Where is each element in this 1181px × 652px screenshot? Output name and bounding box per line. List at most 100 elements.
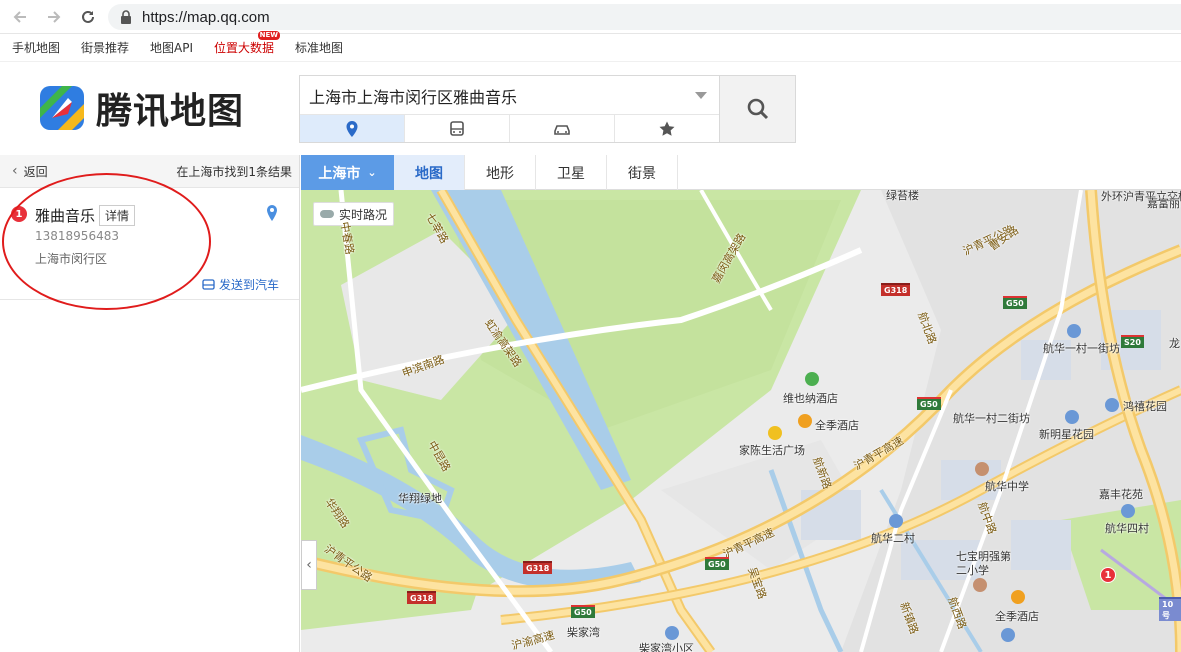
- residential-icon[interactable]: [665, 626, 679, 640]
- search-box: [299, 75, 720, 143]
- highway-shield: G50: [705, 557, 729, 570]
- highway-shield: G318: [523, 561, 553, 574]
- map-label: 维也纳酒店: [783, 392, 838, 405]
- bookmark-location-bigdata[interactable]: 位置大数据 NEW: [214, 31, 281, 56]
- location-icon: [346, 120, 358, 137]
- map-label: 全季酒店: [995, 610, 1039, 623]
- poi-shopping-icon[interactable]: [805, 372, 819, 386]
- result-index-badge: 1: [11, 206, 27, 222]
- city-label: 上海市: [318, 165, 361, 182]
- map-label: 七宝明强第二小学: [956, 550, 1011, 577]
- result-phone: 13818956483: [35, 229, 119, 243]
- highway-shield: G50: [1003, 296, 1027, 309]
- tab-map[interactable]: 地图: [394, 155, 465, 190]
- site-header: 腾讯地图: [0, 62, 1181, 155]
- highway-shield: S20: [1121, 335, 1144, 348]
- logo-text: 腾讯地图: [96, 91, 245, 132]
- search-input[interactable]: [300, 76, 719, 115]
- reload-icon[interactable]: [74, 3, 102, 31]
- hotel-icon[interactable]: [798, 414, 812, 428]
- back-arrow-icon[interactable]: [6, 3, 34, 31]
- tab-favorites[interactable]: [615, 115, 719, 142]
- residential-icon[interactable]: [1105, 398, 1119, 412]
- map-label: 柴家湾: [567, 626, 600, 639]
- map-label: 龙: [1169, 337, 1180, 350]
- map-base-layer: [301, 190, 1181, 652]
- tab-bus[interactable]: [405, 115, 510, 142]
- result-marker[interactable]: 1: [1100, 567, 1116, 583]
- car-icon: [554, 124, 570, 135]
- tab-location[interactable]: [300, 115, 405, 142]
- back-button[interactable]: ‹ 返回: [12, 163, 48, 180]
- map-label: 家陈生活广场: [739, 444, 805, 457]
- traffic-toggle[interactable]: 实时路况: [313, 202, 395, 226]
- map-label: 新明星花园: [1039, 428, 1094, 441]
- result-panel-header: ‹ 返回 在上海市找到1条结果: [0, 155, 299, 188]
- city-selector[interactable]: 上海市 ⌄: [301, 155, 394, 190]
- map-pin-icon[interactable]: [265, 204, 279, 222]
- map-label: 鸿禧花园: [1123, 400, 1167, 413]
- bus-icon: [450, 120, 464, 136]
- tab-car[interactable]: [510, 115, 615, 142]
- bookmark-standard-map[interactable]: 标准地图: [295, 39, 343, 56]
- residential-icon[interactable]: [889, 514, 903, 528]
- back-label: 返回: [23, 164, 48, 179]
- chevron-down-icon: ⌄: [367, 166, 377, 179]
- logo[interactable]: 腾讯地图: [38, 82, 244, 134]
- list-item[interactable]: 1 雅曲音乐 详情 13818956483 上海市闵行区 发送到汽车: [0, 188, 299, 300]
- bookmark-location-bigdata-label: 位置大数据: [214, 41, 275, 55]
- school-icon[interactable]: [973, 578, 987, 592]
- residential-icon[interactable]: [1065, 410, 1079, 424]
- map-label: 航华中学: [985, 480, 1029, 493]
- school-icon[interactable]: [975, 462, 989, 476]
- result-name[interactable]: 雅曲音乐: [35, 205, 95, 226]
- map-label: 全季酒店: [815, 419, 859, 432]
- residential-icon[interactable]: [1067, 324, 1081, 338]
- lock-icon: [121, 10, 131, 24]
- dropdown-caret-icon[interactable]: [695, 92, 707, 99]
- search-mode-tabs: [300, 114, 719, 142]
- hotel-icon[interactable]: [1011, 590, 1025, 604]
- result-panel: ‹ 返回 在上海市找到1条结果 1 雅曲音乐 详情 13818956483 上海…: [0, 155, 300, 652]
- highway-shield: G318: [407, 591, 437, 604]
- map-label: 嘉丰花苑: [1099, 488, 1143, 501]
- send-to-car-link[interactable]: 发送到汽车: [202, 276, 279, 293]
- collapse-panel-button[interactable]: ‹: [301, 540, 317, 590]
- map-label: 华翔绿地: [398, 492, 442, 505]
- metro-shield: 10号: [1159, 597, 1181, 621]
- map-label: 柴家湾小区: [639, 642, 694, 652]
- browser-toolbar: https://map.qq.com: [0, 0, 1181, 34]
- tab-terrain[interactable]: 地形: [465, 155, 536, 190]
- map-label: 航华一村二街坊: [953, 412, 1030, 425]
- result-summary: 在上海市找到1条结果: [176, 164, 292, 179]
- highway-shield: G50: [571, 605, 595, 618]
- traffic-icon: [320, 210, 334, 218]
- map-label: 嘉富丽: [1147, 197, 1180, 210]
- car-send-icon: [202, 279, 215, 290]
- send-to-car-label: 发送到汽车: [218, 278, 279, 292]
- address-bar[interactable]: https://map.qq.com: [108, 4, 1181, 30]
- result-address: 上海市闵行区: [35, 252, 108, 266]
- tab-street-view[interactable]: 街景: [607, 155, 678, 190]
- bookmark-map-api[interactable]: 地图API: [150, 39, 193, 56]
- new-badge: NEW: [257, 31, 281, 40]
- bookmark-mobile-map[interactable]: 手机地图: [12, 39, 60, 56]
- chevron-left-icon: ‹: [12, 163, 18, 179]
- residential-icon[interactable]: [1001, 628, 1015, 642]
- map-toolbar: 上海市 ⌄ 地图 地形 卫星 街景: [301, 155, 1181, 190]
- poi-mall-icon[interactable]: [768, 426, 782, 440]
- bookmark-bar: 手机地图 街景推荐 地图API 位置大数据 NEW 标准地图: [0, 31, 1181, 62]
- tencent-map-logo-icon: [40, 86, 84, 130]
- map-label: 航华四村: [1105, 522, 1149, 535]
- residential-icon[interactable]: [1121, 504, 1135, 518]
- forward-arrow-icon[interactable]: [40, 3, 68, 31]
- detail-button[interactable]: 详情: [99, 205, 136, 226]
- url-text: https://map.qq.com: [142, 8, 270, 26]
- search-button[interactable]: [719, 75, 796, 143]
- tab-satellite[interactable]: 卫星: [536, 155, 607, 190]
- map-label: 绿苔楼: [886, 190, 919, 202]
- search-icon: [747, 98, 768, 120]
- map-canvas[interactable]: 实时路况 ‹ 绿苔楼 外环沪青平立交桥 嘉富丽 沪青平公路 七莘路 中春路 嘉闵…: [301, 190, 1181, 652]
- bookmark-street-view[interactable]: 街景推荐: [81, 39, 129, 56]
- map-label: 航华二村: [871, 532, 915, 545]
